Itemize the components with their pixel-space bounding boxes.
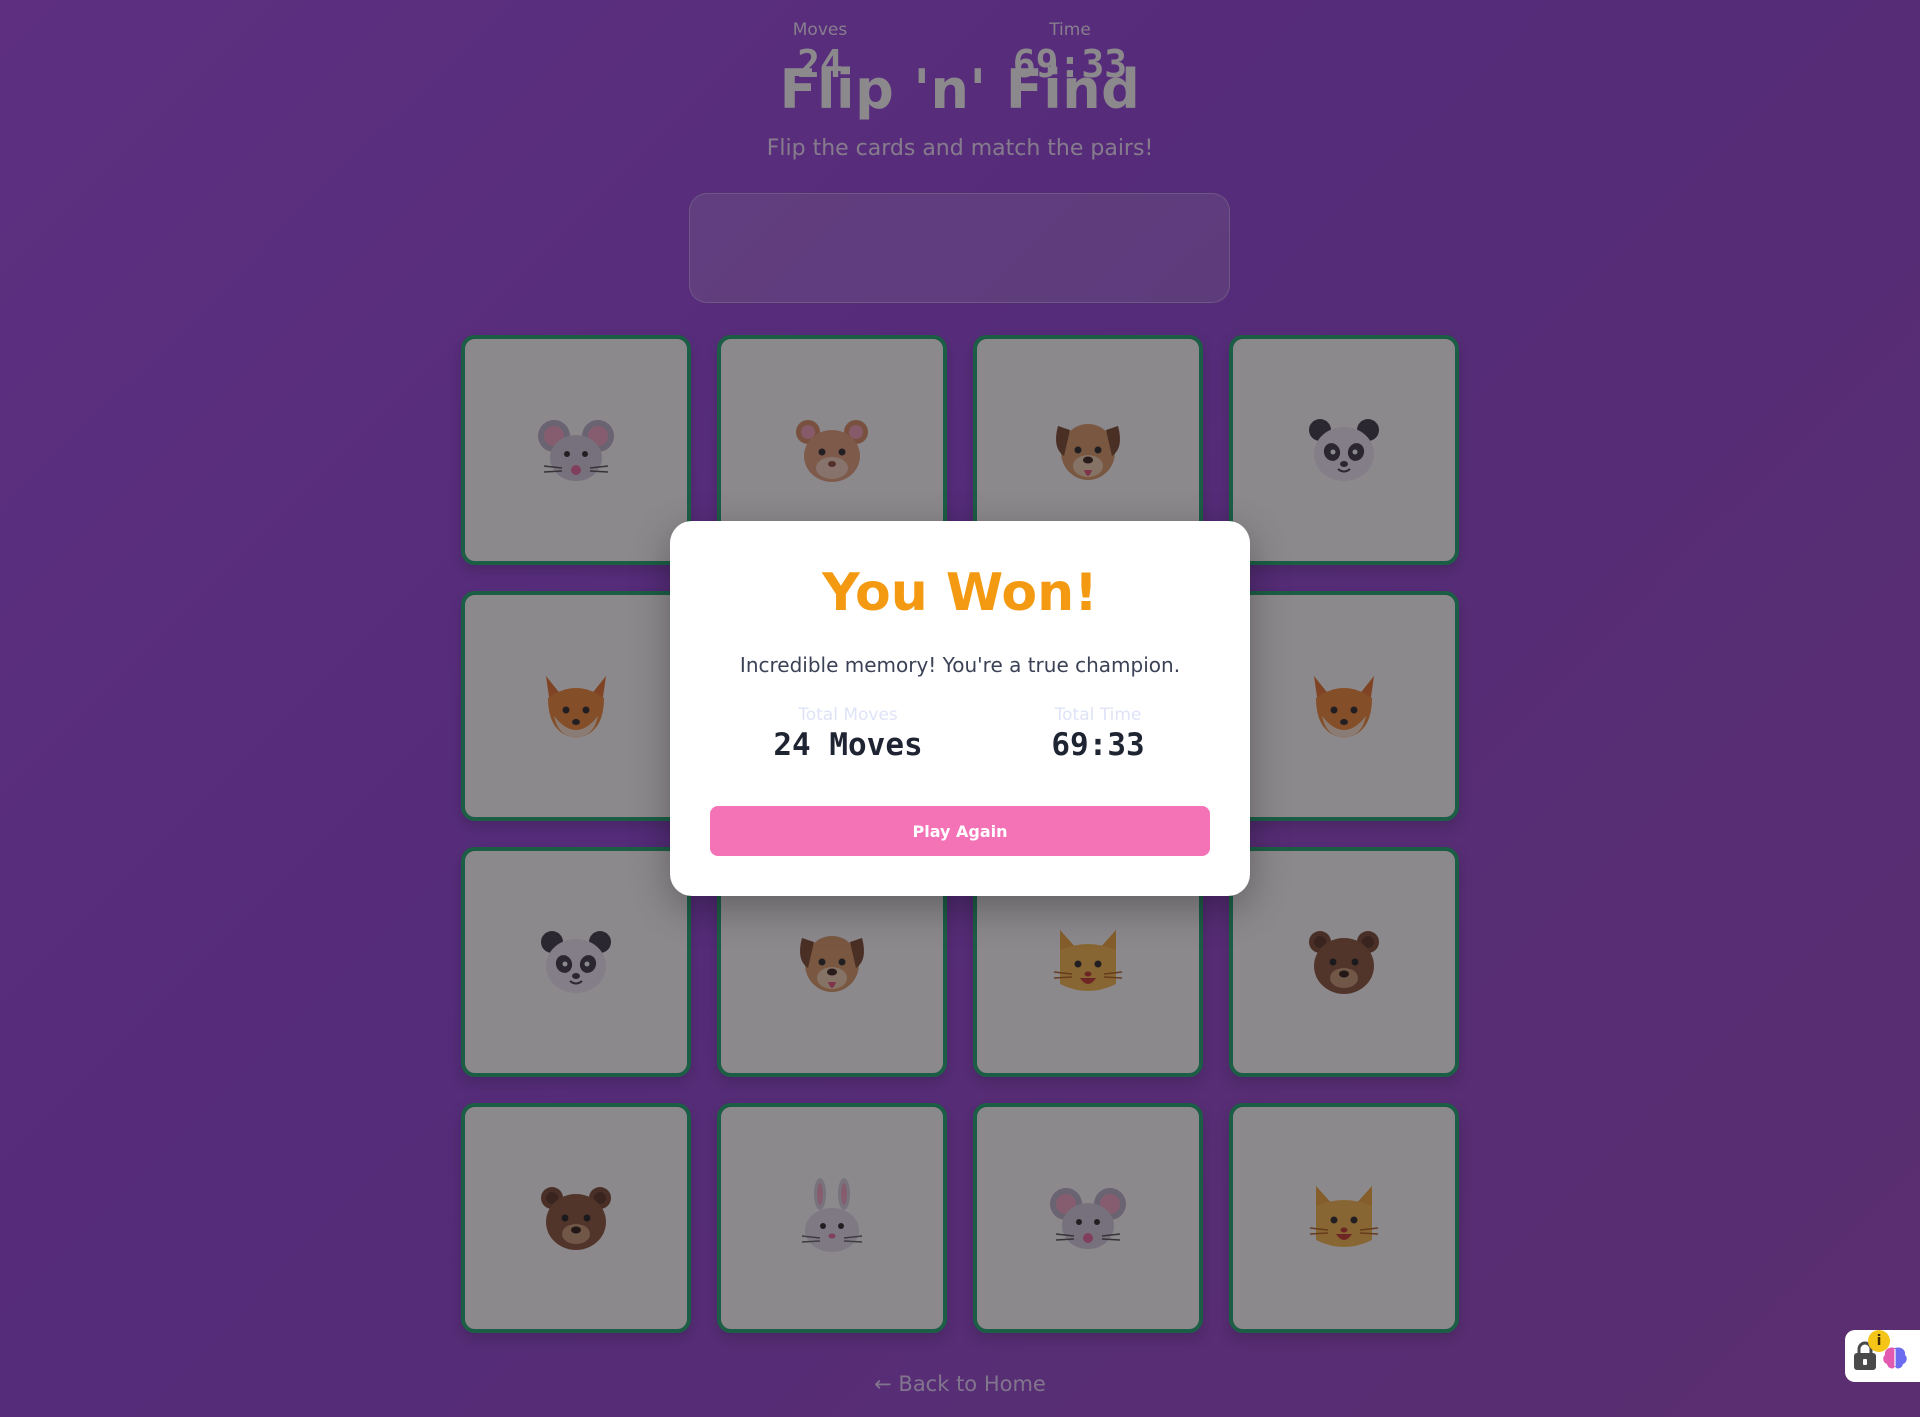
modal-message: Incredible memory! You're a true champio… xyxy=(739,653,1181,677)
total-moves-stat: Total Moves 24 Moves xyxy=(748,705,948,763)
modal-title: You Won! xyxy=(822,563,1098,623)
total-moves-value: 24 Moves xyxy=(773,727,923,763)
total-moves-label: Total Moves xyxy=(798,705,898,725)
total-time-label: Total Time xyxy=(1054,705,1142,725)
total-time-stat: Total Time 69:33 xyxy=(998,705,1198,763)
game-page: Flip 'n' Find Flip the cards and match t… xyxy=(0,0,1920,1417)
brain-icon[interactable] xyxy=(1880,1344,1910,1372)
total-time-value: 69:33 xyxy=(1051,727,1145,763)
play-again-button[interactable]: Play Again xyxy=(710,806,1210,856)
win-modal: You Won! Incredible memory! You're a tru… xyxy=(670,521,1250,896)
